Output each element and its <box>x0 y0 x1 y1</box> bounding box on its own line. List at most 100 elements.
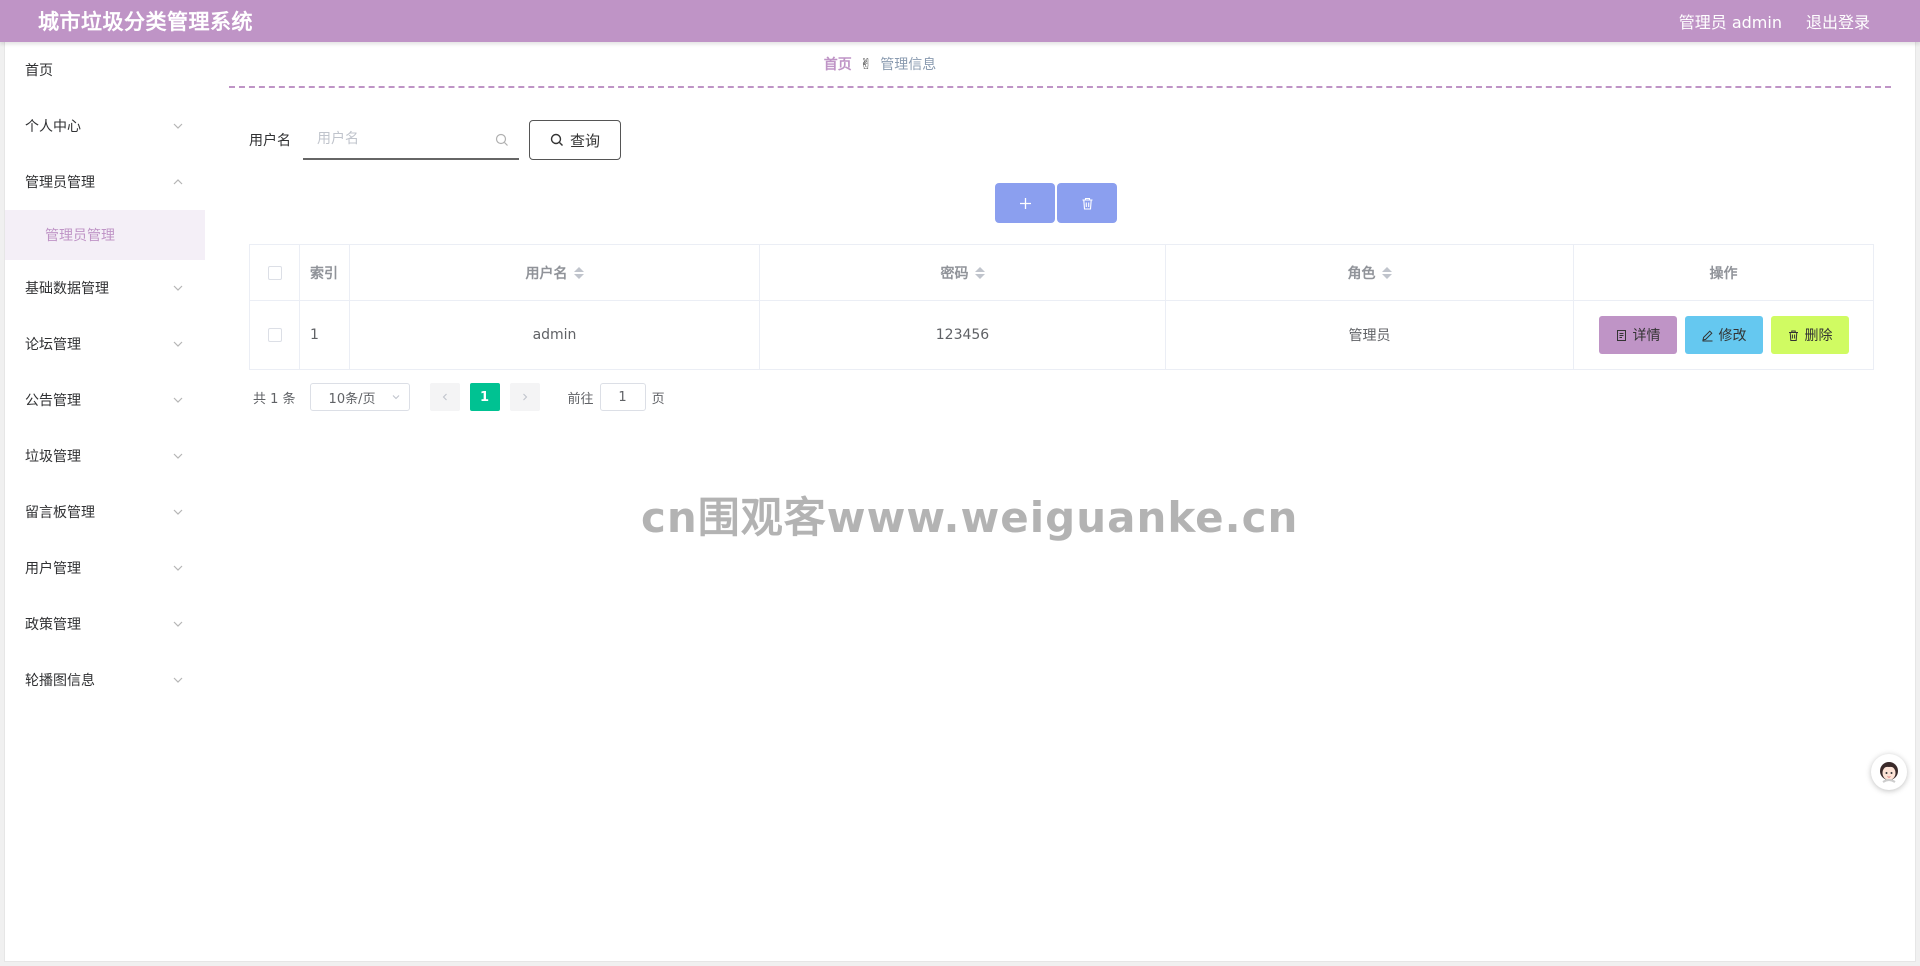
header-right: 管理员 admin 退出登录 <box>1679 9 1870 33</box>
query-button[interactable]: 查询 <box>529 120 621 160</box>
delete-button-label: 删除 <box>1804 328 1833 344</box>
sidebar-item-basic-data[interactable]: 基础数据管理 <box>5 260 205 316</box>
pagination: 共 1 条 10条/页 1 前往 页 <box>253 383 665 411</box>
select-all-checkbox[interactable] <box>267 265 282 280</box>
sidebar-item-home[interactable]: 首页 <box>5 42 205 98</box>
batch-delete-button[interactable] <box>1057 183 1117 223</box>
document-icon <box>1616 329 1626 341</box>
admin-table: 索引 用户名 密码 角色 操作 1 admin 123456 管理员 详情 修改… <box>249 244 1874 370</box>
chevron-down-icon <box>171 449 185 463</box>
chevron-down-icon <box>171 119 185 133</box>
chevron-down-icon <box>171 561 185 575</box>
app-frame: 首页 个人中心 管理员管理 管理员管理 基础数据管理 论坛管理 公告管理 垃圾管… <box>4 42 1916 962</box>
sidebar-item-announcement[interactable]: 公告管理 <box>5 372 205 428</box>
sidebar-item-label: 首页 <box>25 63 53 79</box>
cell-role: 管理员 <box>1166 301 1574 369</box>
trash-icon <box>1082 197 1092 210</box>
breadcrumb-current: 管理信息 <box>880 57 937 73</box>
sidebar-item-carousel[interactable]: 轮播图信息 <box>5 652 205 708</box>
search-icon <box>550 133 563 146</box>
watermark-text: cn围观客www.weiguanke.cn <box>641 493 1299 542</box>
sort-icon[interactable] <box>1381 266 1392 279</box>
chevron-down-icon <box>171 505 185 519</box>
page-jumper-input[interactable] <box>599 383 646 411</box>
sidebar-item-label: 用户管理 <box>25 561 81 577</box>
sort-icon[interactable] <box>974 266 985 279</box>
detail-button[interactable]: 详情 <box>1598 316 1677 354</box>
sidebar-item-admin-management[interactable]: 管理员管理 <box>5 154 205 210</box>
detail-button-label: 详情 <box>1632 328 1661 344</box>
page-number-current[interactable]: 1 <box>469 383 500 411</box>
delete-button[interactable]: 删除 <box>1770 316 1849 354</box>
edit-button-label: 修改 <box>1718 328 1747 344</box>
chevron-down-icon <box>171 673 185 687</box>
chevron-right-icon <box>522 393 527 401</box>
column-header-index: 索引 <box>300 245 350 300</box>
sidebar-item-policy[interactable]: 政策管理 <box>5 596 205 652</box>
column-header-label: 角色 <box>1347 265 1376 282</box>
search-input[interactable] <box>303 120 519 158</box>
sidebar-item-label: 论坛管理 <box>25 337 81 353</box>
column-header-label: 密码 <box>940 265 969 282</box>
sidebar-item-forum[interactable]: 论坛管理 <box>5 316 205 372</box>
search-bar: 用户名 查询 <box>249 120 621 160</box>
search-icon <box>495 132 509 146</box>
sidebar-item-label: 管理员管理 <box>25 175 95 191</box>
table-header-row: 索引 用户名 密码 角色 操作 <box>250 245 1873 301</box>
logout-link[interactable]: 退出登录 <box>1806 9 1870 33</box>
chevron-down-icon <box>171 617 185 631</box>
add-button[interactable] <box>995 183 1055 223</box>
cell-actions: 详情 修改 删除 <box>1574 301 1873 369</box>
avatar-icon <box>1880 762 1898 783</box>
sidebar-item-message-board[interactable]: 留言板管理 <box>5 484 205 540</box>
top-header: 城市垃圾分类管理系统 管理员 admin 退出登录 <box>0 0 1920 42</box>
sidebar-item-label: 垃圾管理 <box>25 449 81 465</box>
column-header-label: 用户名 <box>525 265 568 282</box>
page-jumper-prefix: 前往 <box>567 391 594 407</box>
chevron-down-icon <box>392 395 399 400</box>
sidebar-item-users[interactable]: 用户管理 <box>5 540 205 596</box>
app-title: 城市垃圾分类管理系统 <box>38 10 253 34</box>
table-row: 1 admin 123456 管理员 详情 修改 删除 <box>250 301 1873 369</box>
chevron-left-icon <box>442 393 447 401</box>
sidebar-item-label: 个人中心 <box>25 119 81 135</box>
page-size-value: 10条/页 <box>328 391 376 407</box>
current-user-label: 管理员 admin <box>1678 13 1782 32</box>
assistant-avatar[interactable] <box>1871 754 1907 790</box>
page-size-select[interactable]: 10条/页 <box>309 383 410 411</box>
trash-icon <box>1788 330 1798 341</box>
header-checkbox-cell <box>250 245 300 300</box>
chevron-down-icon <box>171 337 185 351</box>
next-page-button[interactable] <box>509 383 540 411</box>
search-label: 用户名 <box>249 133 291 149</box>
column-header-role[interactable]: 角色 <box>1166 245 1574 300</box>
table-actions <box>995 183 1117 223</box>
query-button-label: 查询 <box>569 131 600 150</box>
breadcrumb-home[interactable]: 首页 <box>824 54 852 74</box>
cell-username: admin <box>350 301 760 369</box>
sidebar-subitem-admin-management[interactable]: 管理员管理 <box>5 210 205 260</box>
chevron-down-icon <box>171 281 185 295</box>
plus-icon <box>1019 197 1031 209</box>
column-header-username[interactable]: 用户名 <box>350 245 760 300</box>
sidebar-item-personal-center[interactable]: 个人中心 <box>5 98 205 154</box>
sidebar-item-garbage[interactable]: 垃圾管理 <box>5 428 205 484</box>
sidebar-subitem-label: 管理员管理 <box>45 228 115 244</box>
column-header-password[interactable]: 密码 <box>760 245 1166 300</box>
prev-page-button[interactable] <box>429 383 460 411</box>
row-checkbox[interactable] <box>267 328 282 342</box>
cell-index: 1 <box>300 301 350 369</box>
sidebar-item-label: 政策管理 <box>25 617 81 633</box>
column-header-actions: 操作 <box>1709 265 1738 282</box>
sidebar-item-label: 留言板管理 <box>25 505 95 521</box>
sidebar: 首页 个人中心 管理员管理 管理员管理 基础数据管理 论坛管理 公告管理 垃圾管… <box>5 42 205 961</box>
pencil-icon <box>1701 329 1713 341</box>
breadcrumb: 首页 ✌ 管理信息 <box>229 42 1891 88</box>
sidebar-item-label: 基础数据管理 <box>25 281 109 297</box>
chevron-down-icon <box>171 393 185 407</box>
edit-button[interactable]: 修改 <box>1684 316 1763 354</box>
page-jumper-suffix: 页 <box>651 391 665 407</box>
chevron-up-icon <box>171 175 185 189</box>
hand-icon: ✌ <box>859 55 873 73</box>
sort-icon[interactable] <box>573 266 584 279</box>
